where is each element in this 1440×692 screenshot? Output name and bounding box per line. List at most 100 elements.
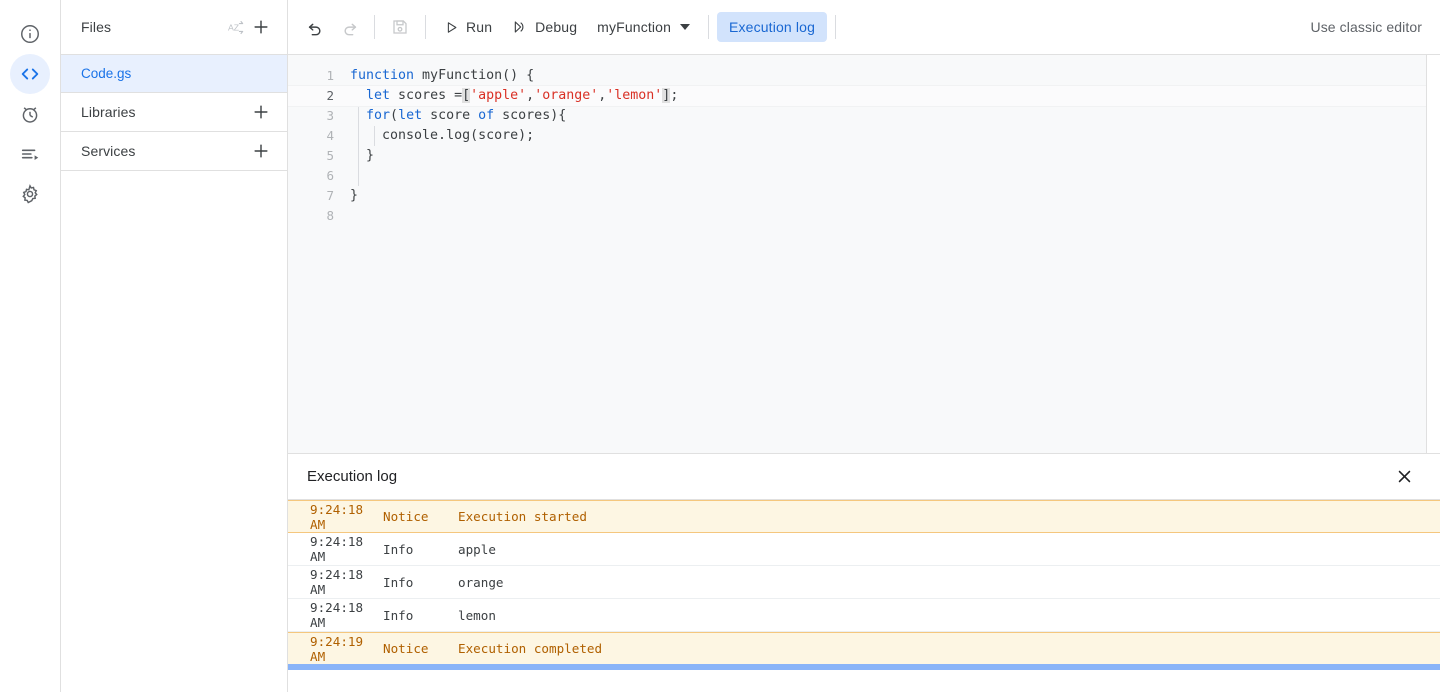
execution-log-title: Execution log: [307, 468, 398, 485]
code-token: (: [390, 108, 399, 123]
close-icon[interactable]: [1392, 465, 1416, 489]
svg-text:AZ: AZ: [227, 22, 239, 32]
code-token: console.log(score);: [350, 128, 535, 143]
toolbar-divider-2: [425, 15, 426, 39]
code-token: ,: [526, 88, 535, 103]
code-line[interactable]: 3 for(let score of scores){: [288, 106, 1426, 126]
redo-icon[interactable]: [332, 10, 366, 44]
services-label: Services: [81, 143, 136, 159]
log-timestamp: 9:24:18 AM: [310, 501, 364, 532]
editor-icon[interactable]: [10, 54, 50, 94]
files-panel-header: Files AZ: [61, 0, 287, 55]
line-number: 4: [326, 128, 334, 143]
log-row: 9:24:18 AM Info lemon: [288, 599, 1440, 632]
log-timestamp: 9:24:18 AM: [310, 567, 364, 597]
code-text: for(let score of scores){: [350, 106, 566, 126]
code-token: 'lemon': [606, 88, 663, 103]
execution-log-rows: 9:24:18 AM Notice Execution started 9:24:18…: [288, 500, 1440, 665]
code-text: function myFunction() {: [350, 66, 534, 86]
code-token: scores =: [390, 88, 463, 103]
code-token: 'apple': [470, 88, 527, 103]
sidebar-section-libraries[interactable]: Libraries: [61, 93, 287, 132]
line-number: 8: [326, 208, 334, 223]
toolbar-divider-4: [835, 15, 837, 39]
code-text: }: [350, 146, 374, 166]
code-text: }: [350, 186, 358, 206]
code-line[interactable]: 2 let scores =['apple','orange','lemon']…: [288, 86, 1426, 106]
overview-icon[interactable]: [10, 14, 50, 54]
line-number: 1: [326, 68, 334, 83]
line-number: 6: [326, 168, 334, 183]
libraries-label: Libraries: [81, 104, 136, 120]
log-row: 9:24:18 AM Info orange: [288, 566, 1440, 599]
execution-log-scrollbar[interactable]: [288, 664, 1440, 670]
code-token: let: [366, 88, 391, 103]
line-number: 2: [326, 88, 334, 103]
editor-toolbar: Run Debug myFunction Execution log Use c…: [288, 0, 1440, 55]
line-number: 3: [326, 108, 334, 123]
code-token: of: [478, 108, 495, 123]
log-row: 9:24:18 AM Notice Execution started: [288, 500, 1440, 533]
log-row: 9:24:19 AM Notice Execution completed: [288, 632, 1440, 665]
log-level: Notice: [383, 641, 429, 656]
code-line[interactable]: 5 }: [288, 146, 1426, 166]
execution-log-panel: Execution log 9:24:18 AM Notice Execution …: [288, 453, 1440, 692]
use-classic-editor-link[interactable]: Use classic editor: [1310, 19, 1440, 35]
code-token: function: [350, 68, 415, 83]
undo-icon[interactable]: [298, 10, 332, 44]
function-select-value: myFunction: [597, 19, 672, 35]
code-line[interactable]: 1 function myFunction() {: [288, 66, 1426, 86]
line-number: 7: [326, 188, 334, 203]
sidebar-section-services[interactable]: Services: [61, 132, 287, 171]
left-icon-rail: [0, 0, 61, 692]
run-label: Run: [466, 19, 493, 35]
toolbar-divider-3: [708, 15, 710, 39]
execution-log-header: Execution log: [288, 454, 1440, 500]
triggers-icon[interactable]: [10, 94, 50, 134]
code-line[interactable]: 8: [288, 206, 1426, 226]
executions-icon[interactable]: [10, 134, 50, 174]
code-token: myFunction() {: [414, 68, 535, 83]
code-line[interactable]: 6: [288, 166, 1426, 186]
log-message: lemon: [458, 607, 496, 623]
execution-log-button[interactable]: Execution log: [717, 12, 828, 42]
save-icon[interactable]: [383, 10, 417, 44]
log-timestamp: 9:24:18 AM: [310, 600, 364, 630]
log-message: apple: [458, 541, 496, 557]
code-line[interactable]: 4 console.log(score);: [288, 126, 1426, 146]
code-token: scores){: [494, 108, 567, 123]
log-level: Info: [383, 607, 414, 623]
add-file-icon[interactable]: [248, 14, 274, 40]
add-library-icon[interactable]: [248, 99, 274, 125]
log-timestamp: 9:24:19 AM: [310, 633, 364, 664]
sort-az-icon[interactable]: AZ: [222, 14, 248, 40]
code-content[interactable]: 1 function myFunction() {2 let scores =['…: [288, 55, 1426, 226]
function-select[interactable]: myFunction: [587, 11, 700, 43]
code-token: [: [462, 88, 471, 103]
play-icon: [447, 21, 457, 33]
run-button[interactable]: Run: [434, 11, 502, 43]
log-row: 9:24:18 AM Info apple: [288, 533, 1440, 566]
code-token: 'orange': [534, 88, 599, 103]
add-service-icon[interactable]: [248, 138, 274, 164]
log-level: Notice: [383, 509, 429, 524]
chevron-down-icon: [680, 24, 691, 30]
code-token: let: [398, 108, 423, 123]
log-level: Info: [383, 541, 414, 557]
log-message: Execution started: [458, 509, 587, 524]
file-item-code-gs[interactable]: Code.gs: [61, 55, 287, 93]
log-message: Execution completed: [458, 641, 603, 656]
code-text: console.log(score);: [350, 126, 534, 146]
code-editor[interactable]: 1 function myFunction() {2 let scores =['…: [288, 55, 1427, 453]
debug-button[interactable]: Debug: [502, 11, 587, 43]
code-text: let scores =['apple','orange','lemon'];: [350, 86, 678, 106]
code-token: for: [366, 108, 391, 123]
log-timestamp: 9:24:18 AM: [310, 534, 364, 564]
code-token: ;: [670, 88, 679, 103]
execution-log-button-label: Execution log: [729, 19, 816, 35]
code-line[interactable]: 7}: [288, 186, 1426, 206]
apps-script-editor: Files AZ Code.gs Libraries Services Run …: [0, 0, 1440, 692]
settings-icon[interactable]: [10, 174, 50, 214]
